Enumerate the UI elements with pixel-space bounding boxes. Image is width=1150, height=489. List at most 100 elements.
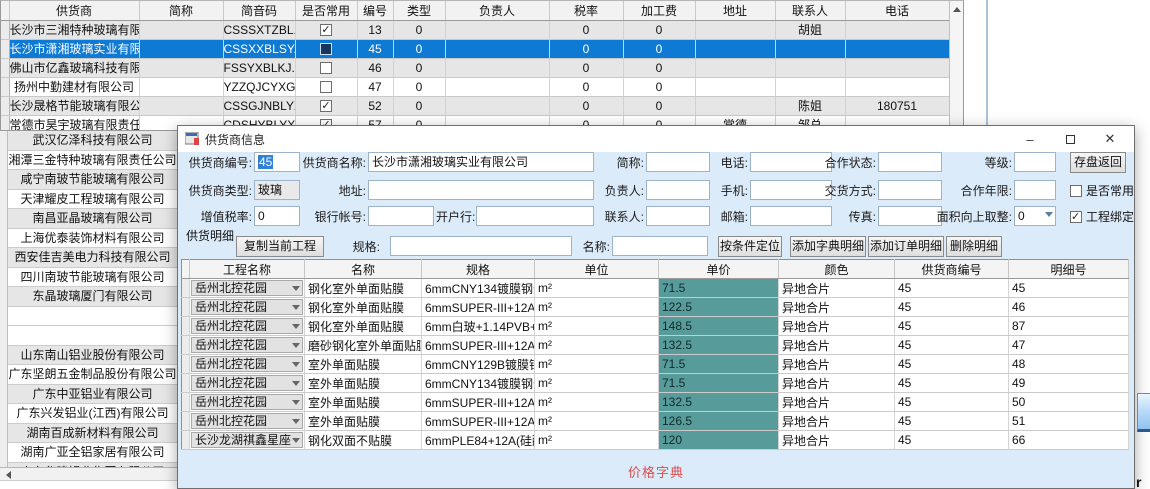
col-header-is-common[interactable]: 是否常用 — [295, 1, 357, 20]
chevron-down-icon[interactable] — [292, 419, 300, 424]
supplier-list-item[interactable]: 湘潭三金特种玻璃有限责任公司 — [8, 151, 177, 171]
cell-color[interactable]: 异地合片 — [779, 298, 895, 317]
cell-is-common[interactable] — [295, 58, 357, 77]
cell-tax-rate[interactable]: 0 — [549, 96, 623, 115]
row-header-cell[interactable] — [1, 115, 9, 131]
cell-color[interactable]: 异地合片 — [779, 336, 895, 355]
cell-name[interactable]: 室外单面贴膜 — [305, 393, 422, 412]
cell-project[interactable]: 岳州北控花园 — [190, 412, 305, 431]
project-bind-checkbox-field[interactable]: 工程绑定 — [1070, 208, 1134, 225]
cell-contact[interactable] — [775, 39, 845, 58]
add-dict-detail-button[interactable]: 添加字典明细 — [790, 236, 866, 257]
cell-price[interactable]: 148.5 — [659, 317, 779, 336]
delivery-method-input[interactable] — [878, 180, 942, 200]
col-header-supplier[interactable]: 供货商 — [9, 1, 139, 20]
cell-price[interactable]: 120 — [659, 431, 779, 450]
col-header-price[interactable]: 单价 — [659, 260, 779, 279]
cell-unit[interactable]: m² — [535, 298, 659, 317]
cell-name[interactable]: 钢化室外单面贴膜 — [305, 298, 422, 317]
is-common-checkbox[interactable] — [320, 43, 332, 55]
cell-contact[interactable] — [775, 77, 845, 96]
supplier-list-item[interactable]: 咸宁南玻节能玻璃有限公司 — [8, 170, 177, 190]
col-header-unit[interactable]: 单位 — [535, 260, 659, 279]
project-combobox[interactable]: 岳州北控花园 — [191, 394, 303, 410]
cell-is-common[interactable] — [295, 77, 357, 96]
cell-process-fee[interactable]: 0 — [623, 20, 695, 39]
close-button[interactable]: ✕ — [1090, 126, 1130, 152]
detail-row[interactable]: 岳州北控花园 室外单面贴膜 6mmCNY134镀膜钢化 m² 71.5 异地合片… — [182, 374, 1129, 393]
cell-number[interactable]: 13 — [357, 20, 393, 39]
cell-color[interactable]: 异地合片 — [779, 374, 895, 393]
row-header-cell[interactable] — [1, 39, 9, 58]
cell-unit[interactable]: m² — [535, 412, 659, 431]
maximize-button[interactable] — [1050, 126, 1090, 152]
col-header-manager[interactable]: 负责人 — [445, 1, 549, 20]
detail-row-header-cell[interactable] — [182, 336, 190, 355]
cell-unit[interactable]: m² — [535, 431, 659, 450]
supplier-list-item[interactable]: 南昌亚晶玻璃有限公司 — [8, 209, 177, 229]
is-common-checkbox[interactable] — [320, 100, 332, 112]
cell-name[interactable]: 室外单面贴膜 — [305, 374, 422, 393]
cell-process-fee[interactable]: 0 — [623, 96, 695, 115]
chevron-down-icon[interactable] — [292, 324, 300, 329]
cell-supplier-no[interactable]: 45 — [895, 355, 1009, 374]
cell-pinyin-code[interactable]: CSSGJNBLYXGS — [223, 96, 295, 115]
supplier-list-item[interactable]: 广东坚朗五金制品股份有限公司 — [8, 365, 177, 385]
cell-short-name[interactable] — [139, 58, 223, 77]
col-header-spec[interactable]: 规格 — [422, 260, 535, 279]
supplier-row[interactable]: 长沙晟格节能玻璃有限公司 CSSGJNBLYXGS 52 0 0 0 陈姐 18… — [1, 96, 949, 115]
col-header-phone[interactable]: 电话 — [845, 1, 949, 20]
supplier-row[interactable]: 长沙市三湘特种玻璃有限公司 CSSSXTZBL.. 13 0 0 0 胡姐 — [1, 20, 949, 39]
project-combobox[interactable]: 岳州北控花园 — [191, 413, 303, 429]
detail-row-header-cell[interactable] — [182, 298, 190, 317]
col-header-address[interactable]: 地址 — [695, 1, 775, 20]
cell-spec[interactable]: 6mmSUPER-III+12A(硅... — [422, 298, 535, 317]
col-header-short-name[interactable]: 简称 — [139, 1, 223, 20]
cell-phone[interactable] — [845, 20, 949, 39]
cell-detail-no[interactable]: 51 — [1009, 412, 1129, 431]
cell-phone[interactable] — [845, 39, 949, 58]
cell-manager[interactable] — [445, 39, 549, 58]
bank-input[interactable] — [476, 206, 594, 226]
cell-spec[interactable]: 6mmCNY134镀膜钢化 — [422, 374, 535, 393]
cell-spec[interactable]: 6mmSUPER-III+12A(硅... — [422, 336, 535, 355]
supplier-list-item[interactable]: 武汉亿泽科技有限公司 — [8, 131, 177, 151]
detail-row[interactable]: 岳州北控花园 磨砂钢化室外单面贴膜 6mmSUPER-III+12A(硅... … — [182, 336, 1129, 355]
col-header-supplier-no[interactable]: 供货商编号 — [895, 260, 1009, 279]
cell-pinyin-code[interactable]: FSSYXBLKJ.. — [223, 58, 295, 77]
col-header-number[interactable]: 编号 — [357, 1, 393, 20]
grade-input[interactable] — [1014, 152, 1056, 172]
detail-row-header-cell[interactable] — [182, 412, 190, 431]
col-header-type[interactable]: 类型 — [393, 1, 445, 20]
cell-color[interactable]: 异地合片 — [779, 393, 895, 412]
cell-type[interactable]: 0 — [393, 77, 445, 96]
detail-row[interactable]: 岳州北控花园 钢化室外单面贴膜 6mmSUPER-III+12A(硅... m²… — [182, 298, 1129, 317]
cell-spec[interactable]: 6mmSUPER-III+12A(硅... — [422, 412, 535, 431]
cell-color[interactable]: 异地合片 — [779, 279, 895, 298]
detail-row-header-cell[interactable] — [182, 431, 190, 450]
supplier-no-input[interactable]: 45 — [254, 152, 300, 172]
cell-supplier-no[interactable]: 45 — [895, 336, 1009, 355]
supplier-list-item[interactable]: 湖南百成新材料有限公司 — [8, 424, 177, 444]
area-round-up-combobox[interactable]: 0 — [1014, 206, 1056, 226]
cell-type[interactable]: 0 — [393, 58, 445, 77]
cell-type[interactable]: 0 — [393, 20, 445, 39]
cell-tax-rate[interactable]: 0 — [549, 39, 623, 58]
supplier-list-item[interactable]: 西安佳吉美电力科技有限公司 — [8, 248, 177, 268]
cell-color[interactable]: 异地合片 — [779, 317, 895, 336]
cell-name[interactable]: 磨砂钢化室外单面贴膜 — [305, 336, 422, 355]
cell-project[interactable]: 岳州北控花园 — [190, 336, 305, 355]
cell-price[interactable]: 71.5 — [659, 374, 779, 393]
cell-price[interactable]: 132.5 — [659, 393, 779, 412]
cell-manager[interactable] — [445, 77, 549, 96]
cell-manager[interactable] — [445, 20, 549, 39]
supplier-row[interactable]: 扬州中勤建材有限公司 YZZQJCYXGS 47 0 0 0 — [1, 77, 949, 96]
chevron-down-icon[interactable] — [292, 305, 300, 310]
detail-row[interactable]: 岳州北控花园 钢化室外单面贴膜 6mm白玻+1.14PVB+6mm... m² … — [182, 317, 1129, 336]
cell-project[interactable]: 岳州北控花园 — [190, 355, 305, 374]
cell-detail-no[interactable]: 47 — [1009, 336, 1129, 355]
cell-supplier[interactable]: 长沙晟格节能玻璃有限公司 — [9, 96, 139, 115]
supplier-list-item[interactable]: 四川南玻节能玻璃有限公司 — [8, 268, 177, 288]
cell-tax-rate[interactable]: 0 — [549, 20, 623, 39]
cell-address[interactable] — [695, 77, 775, 96]
